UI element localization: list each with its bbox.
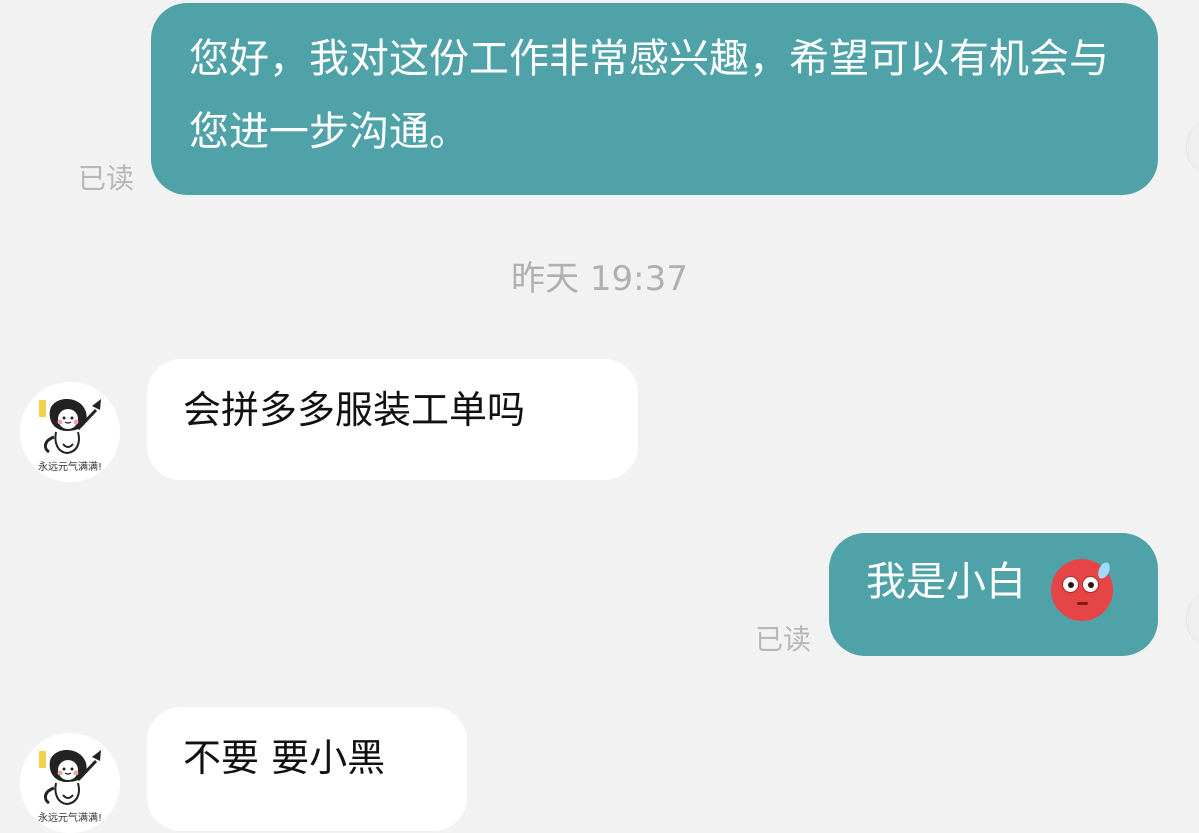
read-status: 已读 xyxy=(755,623,812,656)
avatar[interactable]: 永远元气满满! xyxy=(20,382,120,482)
incoming-message-bubble[interactable]: 不要 要小黑 xyxy=(147,707,467,831)
avatar-caption: 永远元气满满! xyxy=(37,462,102,473)
message-text: 我是小白 xyxy=(866,559,1026,605)
partial-avatar-edge xyxy=(1186,118,1199,176)
read-status: 已读 xyxy=(78,162,135,195)
avatar[interactable]: 永远元气满满! xyxy=(20,733,120,833)
avatar-caption: 永远元气满满! xyxy=(37,813,102,824)
outgoing-message-bubble[interactable]: 我是小白 xyxy=(829,533,1158,656)
outgoing-message-bubble[interactable]: 您好，我对这份工作非常感兴趣，希望可以有机会与您进一步沟通。 xyxy=(151,3,1158,195)
message-timestamp: 昨天 19:37 xyxy=(511,259,688,299)
red-worried-face-icon xyxy=(1051,559,1113,621)
message-text: 会拼多多服装工单吗 xyxy=(183,388,526,432)
incoming-message-bubble[interactable]: 会拼多多服装工单吗 xyxy=(147,359,638,480)
message-text: 不要 要小黑 xyxy=(183,736,386,780)
partial-avatar-edge xyxy=(1186,590,1199,648)
message-text: 您好，我对这份工作非常感兴趣，希望可以有机会与您进一步沟通。 xyxy=(189,36,1109,155)
